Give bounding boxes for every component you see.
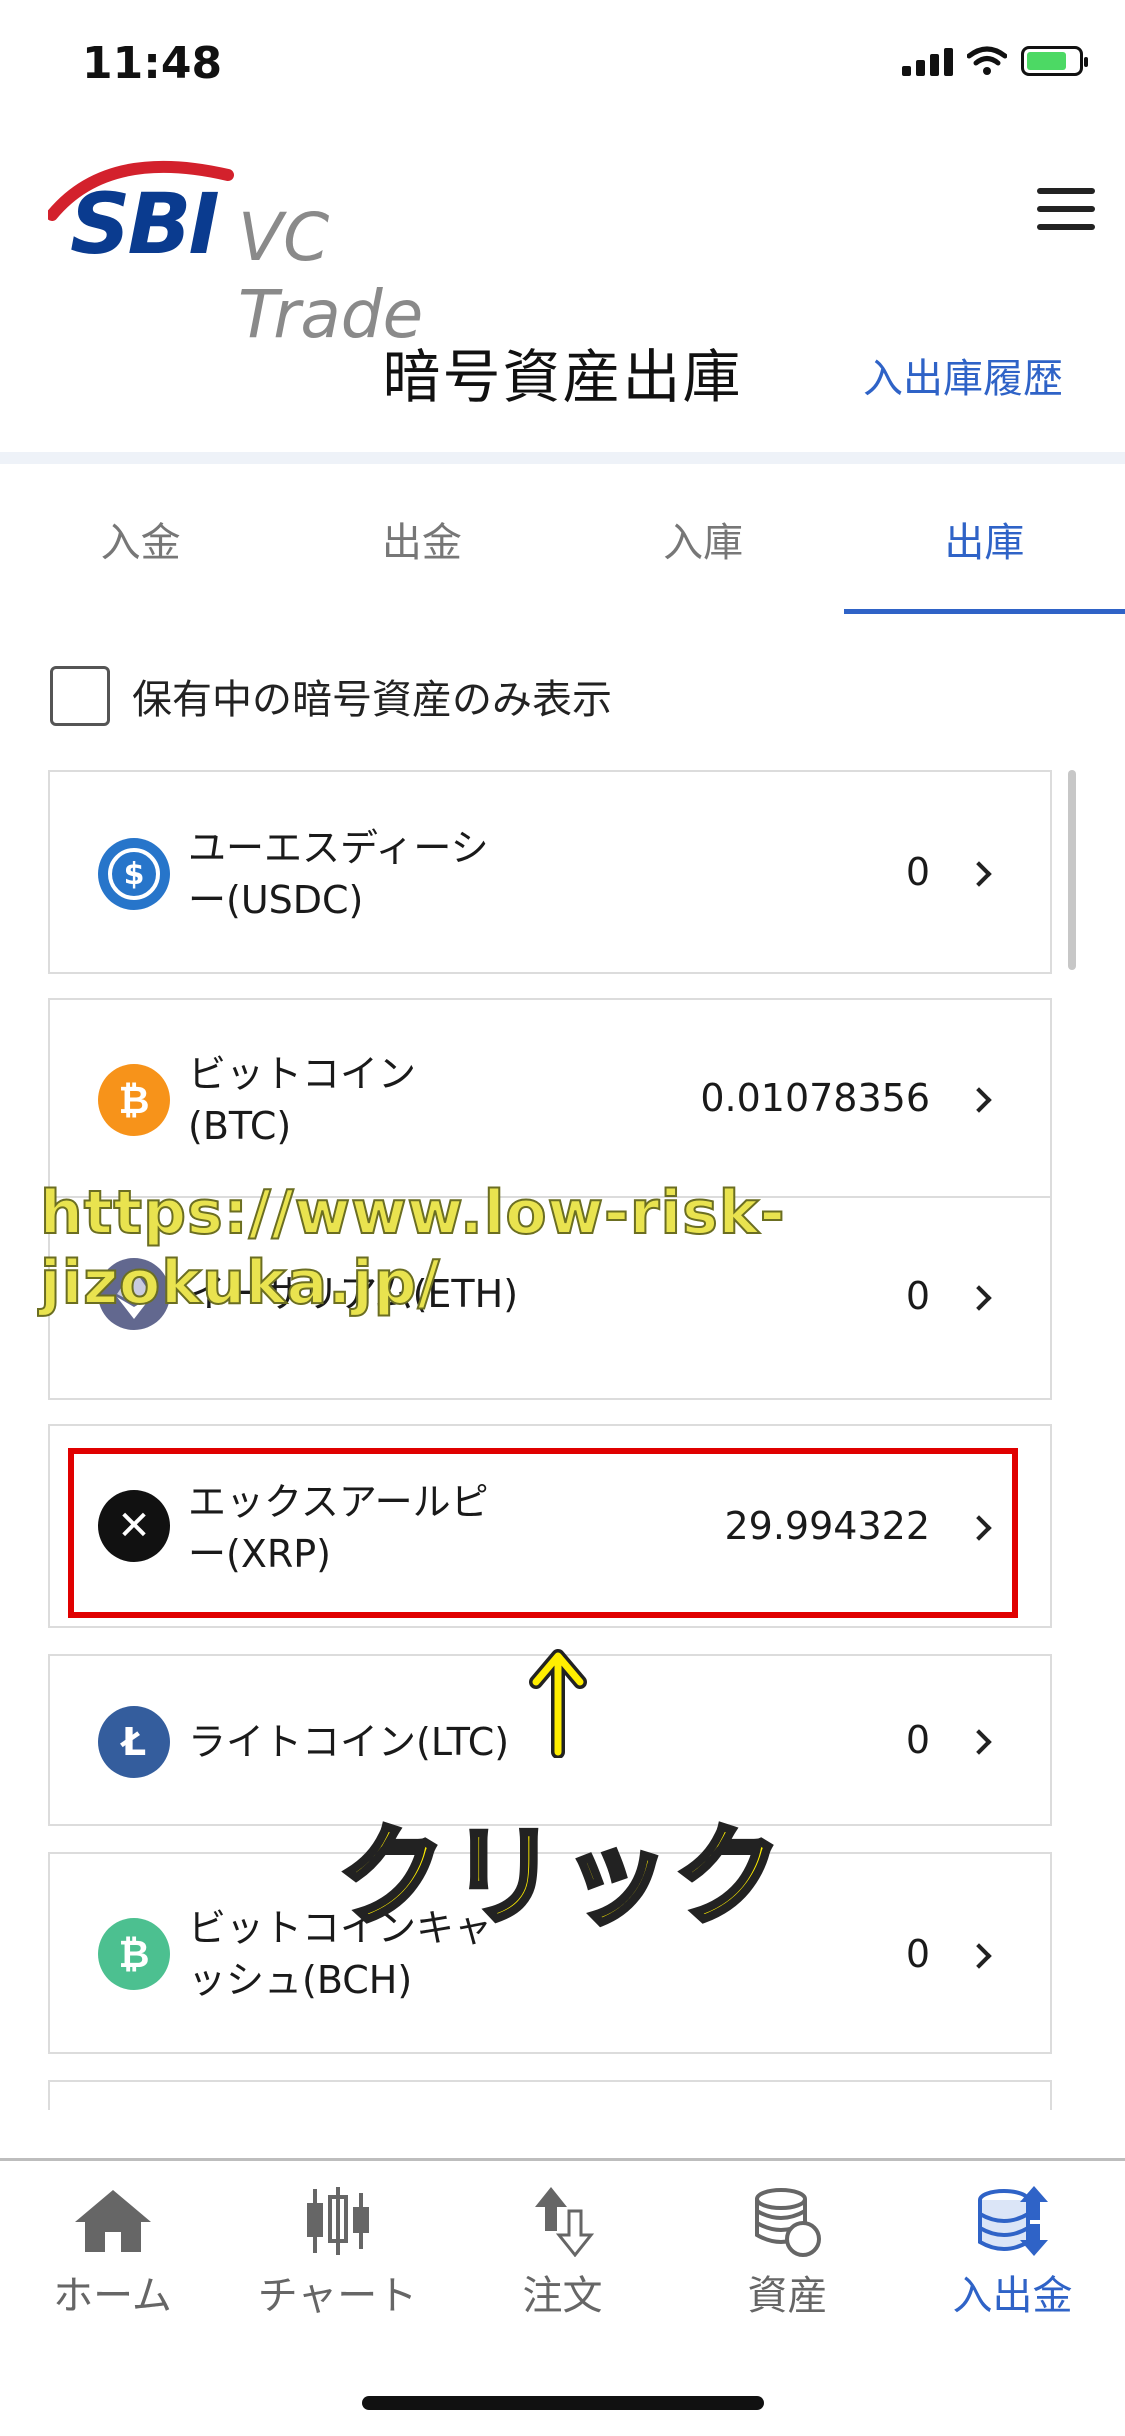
nav-assets[interactable]: 資産 — [675, 2161, 900, 2331]
chevron-right-icon — [966, 1729, 992, 1755]
xrp-highlight-box — [68, 1448, 1018, 1618]
header-divider — [0, 452, 1125, 464]
tab-withdraw[interactable]: 出金 — [281, 464, 562, 614]
coin-name: ビットコイン (BTC) — [188, 1052, 417, 1148]
nav-home[interactable]: ホーム — [0, 2161, 225, 2331]
usdc-icon: $ — [98, 838, 170, 910]
list-scrollbar[interactable] — [1068, 770, 1076, 970]
tab-receive[interactable]: 入庫 — [563, 464, 844, 614]
nav-chart[interactable]: チャート — [225, 2161, 450, 2331]
sbi-vc-trade-logo: SBI VC Trade — [48, 155, 528, 353]
nav-label: 資産 — [747, 2273, 828, 2319]
nav-label: ホーム — [53, 2273, 172, 2319]
coin-amount: 0 — [905, 1932, 930, 1976]
holdings-only-label: 保有中の暗号資産のみ表示 — [132, 677, 612, 723]
nav-label: 入出金 — [952, 2273, 1073, 2319]
status-time: 11:48 — [82, 38, 223, 89]
nav-label: チャート — [257, 2273, 418, 2319]
bch-icon: ₿ — [98, 1918, 170, 1990]
holdings-only-checkbox[interactable] — [50, 666, 110, 726]
nav-order[interactable]: 注文 — [450, 2161, 675, 2331]
signal-icon — [902, 46, 953, 76]
bottom-nav: ホーム チャート 注文 資産 入出金 — [0, 2158, 1125, 2331]
tab-deposit[interactable]: 入金 — [0, 464, 281, 614]
home-indicator[interactable] — [362, 2396, 764, 2410]
chevron-right-icon — [966, 1087, 992, 1113]
coin-row-usdc[interactable]: $ ユーエスディーシ ー(USDC) 0 — [48, 770, 1052, 974]
chart-icon — [303, 2183, 373, 2259]
site-watermark: https://www.low-risk-jizokuka.jp/ — [39, 1177, 786, 1319]
coin-name: ユーエスディーシ ー(USDC) — [188, 826, 489, 922]
ltc-icon: Ł — [98, 1706, 170, 1778]
deposit-withdraw-icon — [976, 2183, 1050, 2259]
btc-icon: ₿ — [98, 1064, 170, 1136]
home-icon — [73, 2183, 153, 2259]
assets-icon — [753, 2183, 823, 2259]
order-icon — [531, 2183, 595, 2259]
battery-icon — [1021, 46, 1088, 76]
wifi-icon — [967, 46, 1007, 75]
up-arrow-icon — [529, 1649, 587, 1758]
coin-row-partial[interactable] — [48, 2080, 1052, 2110]
holdings-only-filter[interactable]: 保有中の暗号資産のみ表示 — [50, 666, 612, 726]
nav-label: 注文 — [522, 2273, 603, 2319]
coin-amount: 0 — [905, 850, 930, 894]
tab-bar: 入金 出金 入庫 出庫 — [0, 464, 1125, 614]
status-icons — [902, 46, 1088, 76]
click-annotation: クリック — [335, 1813, 787, 1943]
nav-deposit-withdraw[interactable]: 入出金 — [900, 2161, 1125, 2331]
coin-row-btc[interactable]: ₿ ビットコイン (BTC) 0.01078356 — [48, 998, 1052, 1198]
logo-sbi-text: SBI — [70, 175, 220, 273]
tab-send[interactable]: 出庫 — [843, 464, 1125, 614]
coin-amount: 0 — [905, 1718, 930, 1762]
chevron-right-icon — [966, 861, 992, 887]
history-link[interactable]: 入出庫履歴 — [863, 346, 1063, 404]
coin-amount: 0.01078356 — [700, 1076, 930, 1120]
chevron-right-icon — [966, 1943, 992, 1969]
hamburger-menu-icon[interactable] — [1037, 188, 1095, 230]
